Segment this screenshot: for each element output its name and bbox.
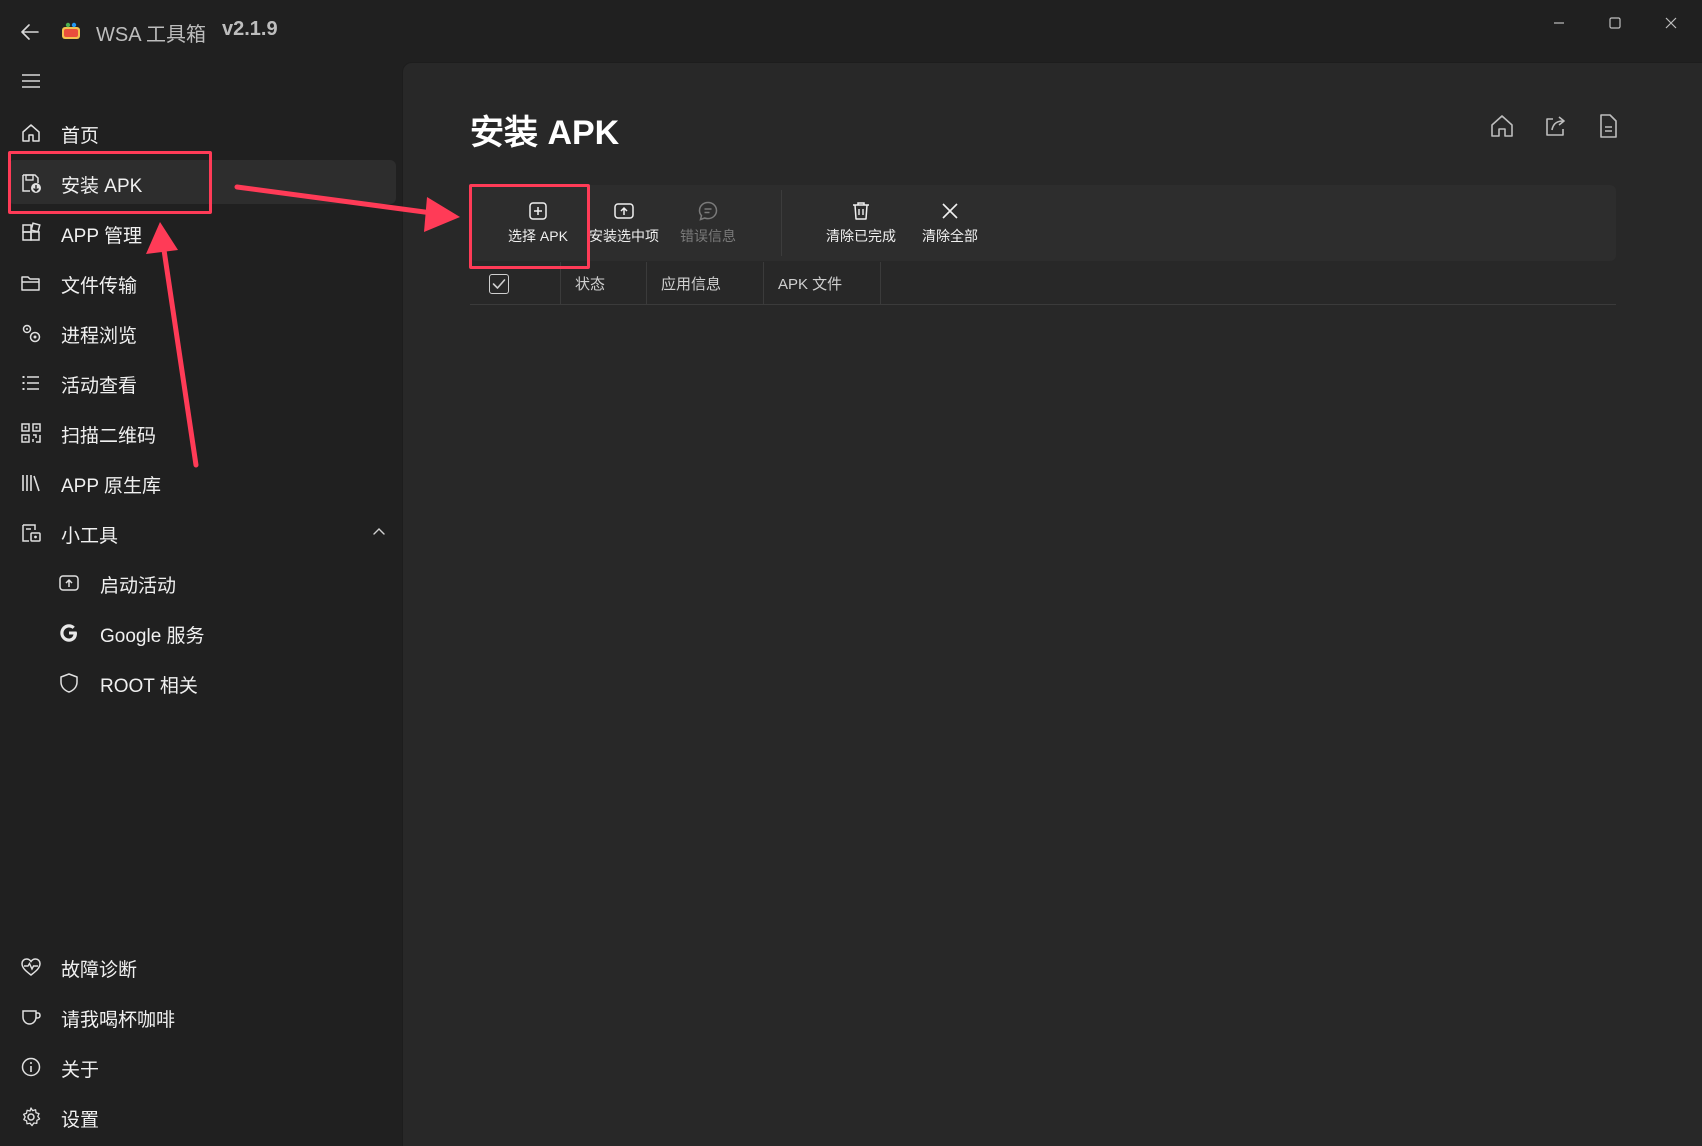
- process-icon: [22, 324, 41, 343]
- nav-item-label: 启动活动: [100, 576, 177, 597]
- checkmark-icon: [492, 279, 506, 289]
- column-header-apk-file[interactable]: APK 文件: [778, 262, 842, 304]
- nav-item-activity-viewer[interactable]: 活动查看: [8, 360, 396, 404]
- install-selected-label: 安装选中项: [589, 228, 659, 244]
- google-icon: [60, 624, 77, 642]
- select-all-checkbox[interactable]: [489, 274, 509, 294]
- table-header: 状态 应用信息 APK 文件: [470, 262, 1616, 305]
- close-button[interactable]: [1648, 6, 1694, 40]
- app-logo-icon: [60, 20, 82, 42]
- app-title: WSA 工具箱: [96, 24, 207, 46]
- highlight-box-nav: [8, 151, 212, 214]
- nav-item-file-transfer[interactable]: 文件传输: [8, 260, 396, 304]
- nav-item-label: 小工具: [61, 526, 119, 547]
- tools-icon: [22, 524, 41, 542]
- nav-item-label: 设置: [61, 1110, 100, 1131]
- nav-item-home[interactable]: 首页: [8, 110, 396, 154]
- home-icon: [1491, 115, 1513, 137]
- nav-toggle-button[interactable]: [16, 66, 46, 96]
- minimize-icon: [1554, 22, 1564, 24]
- nav-item-app-management[interactable]: APP 管理: [8, 210, 396, 254]
- list-icon: [22, 376, 39, 390]
- close-icon: [1665, 17, 1677, 29]
- trash-icon: [853, 202, 869, 220]
- back-arrow-icon: [21, 24, 39, 40]
- nav-subitem-root[interactable]: ROOT 相关: [8, 660, 396, 704]
- app-version: v2.1.9: [222, 18, 278, 40]
- clear-completed-button[interactable]: 清除已完成: [812, 185, 910, 261]
- clear-all-label: 清除全部: [922, 228, 978, 244]
- folder-icon: [21, 276, 40, 291]
- page-title: 安装 APK: [470, 114, 620, 152]
- home-link-button[interactable]: [1488, 112, 1516, 140]
- nav-item-label: 扫描二维码: [61, 426, 157, 447]
- settings-icon: [22, 1107, 41, 1127]
- library-icon: [22, 475, 40, 492]
- nav-item-label: APP 原生库: [61, 476, 161, 497]
- qrcode-icon: [21, 423, 41, 443]
- title-bar: WSA 工具箱 v2.1.9: [0, 0, 1702, 62]
- document-button[interactable]: [1594, 112, 1622, 140]
- share-icon: [1546, 116, 1565, 136]
- nav-item-label: 活动查看: [61, 376, 138, 397]
- home-icon: [22, 124, 40, 142]
- nav-item-label: 关于: [61, 1060, 100, 1081]
- nav-item-process-browser[interactable]: 进程浏览: [8, 310, 396, 354]
- back-button[interactable]: [14, 16, 46, 48]
- command-bar-separator: [781, 190, 782, 256]
- nav-item-label: 首页: [61, 126, 100, 147]
- hamburger-menu-icon: [22, 74, 40, 88]
- upload-icon: [614, 203, 634, 219]
- nav-item-diagnostics[interactable]: 故障诊断: [8, 944, 396, 988]
- message-icon: [698, 201, 718, 221]
- nav-item-label: 请我喝杯咖啡: [61, 1010, 176, 1031]
- nav-item-app-native-library[interactable]: APP 原生库: [8, 460, 396, 504]
- install-selected-button[interactable]: 安装选中项: [582, 185, 666, 261]
- nav-item-buy-coffee[interactable]: 请我喝杯咖啡: [8, 994, 396, 1038]
- close-icon: [942, 203, 958, 219]
- share-button[interactable]: [1542, 112, 1570, 140]
- column-separator: [763, 262, 764, 304]
- nav-item-label: 故障诊断: [61, 960, 138, 981]
- nav-item-label: ROOT 相关: [100, 676, 198, 697]
- clear-all-button[interactable]: 清除全部: [910, 185, 990, 261]
- nav-item-label: 文件传输: [61, 276, 138, 297]
- heart-pulse-icon: [21, 958, 41, 976]
- nav-item-label: 进程浏览: [61, 326, 138, 347]
- column-header-app-info[interactable]: 应用信息: [661, 262, 721, 304]
- error-info-button[interactable]: 错误信息: [666, 185, 750, 261]
- launch-activity-icon: [59, 575, 79, 591]
- coffee-icon: [22, 1010, 41, 1025]
- info-icon: [21, 1057, 41, 1077]
- column-separator: [646, 262, 647, 304]
- maximize-icon: [1609, 17, 1621, 29]
- column-separator: [880, 262, 881, 304]
- nav-subitem-google-services[interactable]: Google 服务: [8, 610, 396, 654]
- nav-item-label: APP 管理: [61, 226, 142, 247]
- nav-item-tools[interactable]: 小工具: [8, 510, 396, 554]
- minimize-button[interactable]: [1536, 6, 1582, 40]
- error-info-label: 错误信息: [680, 228, 736, 244]
- maximize-button[interactable]: [1592, 6, 1638, 40]
- nav-item-label: Google 服务: [100, 626, 205, 647]
- shield-icon: [60, 673, 78, 693]
- document-icon: [1600, 114, 1617, 138]
- clear-completed-label: 清除已完成: [826, 228, 896, 244]
- highlight-box-select-apk: [469, 184, 590, 269]
- nav-item-settings[interactable]: 设置: [8, 1094, 396, 1138]
- nav-item-scan-qrcode[interactable]: 扫描二维码: [8, 410, 396, 454]
- nav-item-about[interactable]: 关于: [8, 1044, 396, 1088]
- apps-icon: [22, 222, 41, 241]
- nav-subitem-launch-activity[interactable]: 启动活动: [8, 560, 396, 604]
- chevron-up-icon[interactable]: [370, 523, 388, 541]
- command-bar: 选择 APK 安装选中项 错误信息 清除已完成 清除全部: [470, 185, 1616, 261]
